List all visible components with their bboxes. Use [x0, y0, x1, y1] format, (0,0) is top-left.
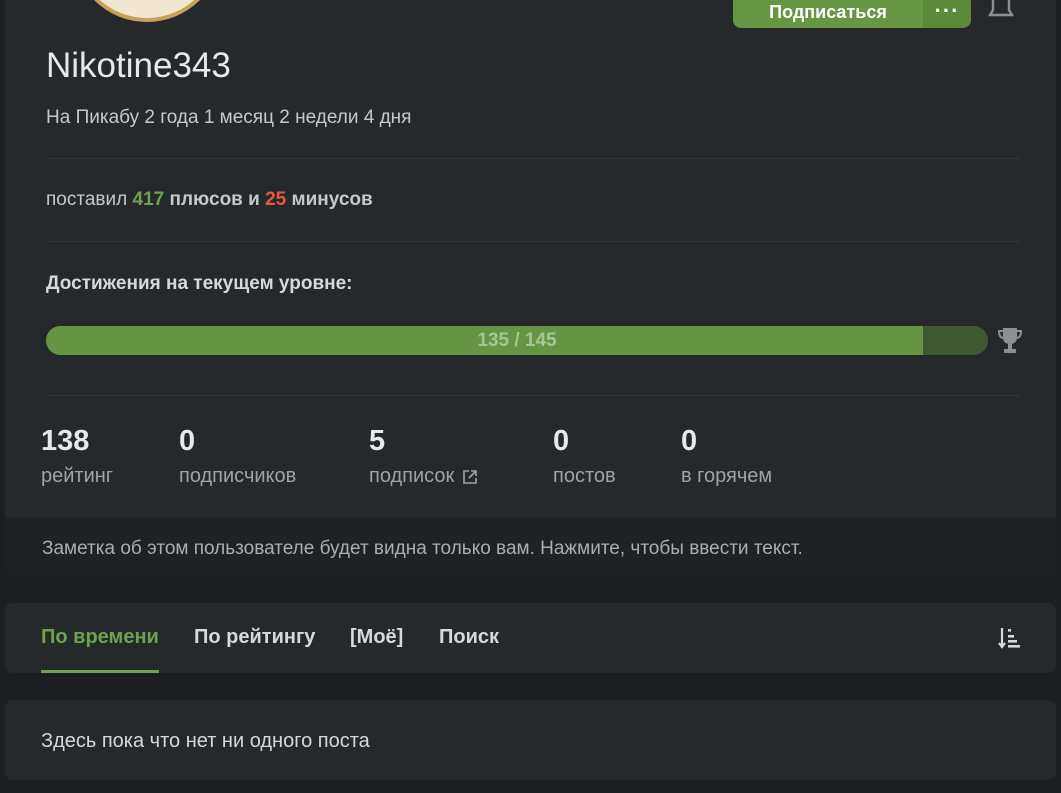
active-tab-indicator [41, 670, 159, 673]
username: Nikotine343 [46, 46, 231, 85]
divider [46, 395, 1021, 396]
stat-subscribers[interactable]: 0 подписчиков [179, 424, 296, 488]
stat-label: постов [553, 465, 616, 487]
minus-count: 25 [265, 189, 287, 210]
stat-value: 138 [41, 425, 90, 457]
tab-search[interactable]: Поиск [439, 626, 499, 649]
stat-value: 0 [681, 425, 698, 457]
stat-value: 0 [179, 425, 196, 457]
avatar[interactable] [72, 0, 222, 22]
tab-mine[interactable]: [Моё] [350, 626, 403, 649]
stat-value: 5 [369, 425, 386, 457]
divider [46, 241, 1021, 242]
stat-label: в горячем [681, 465, 773, 487]
votes-prefix: поставил [46, 189, 128, 210]
sort-icon[interactable] [998, 626, 1022, 650]
tab-by-time[interactable]: По времени [41, 626, 159, 649]
votes-summary: поставил 417 плюсов и 25 минусов [46, 189, 373, 211]
stat-subscriptions[interactable]: 5 подписок [369, 424, 478, 488]
achievements-progress-bar: 135 / 145 [46, 326, 988, 355]
stat-value: 0 [553, 425, 570, 457]
divider [46, 158, 1021, 159]
stat-label: подписчиков [179, 465, 297, 487]
stat-rating: 138 рейтинг [41, 424, 113, 488]
stat-label: рейтинг [41, 465, 114, 487]
bell-icon[interactable] [987, 0, 1015, 20]
profile-card: Подписаться ··· Nikotine343 На Пикабу 2 … [5, 0, 1056, 518]
more-options-button[interactable]: ··· [923, 0, 971, 28]
stat-label: подписок [369, 465, 455, 487]
progress-text: 135 / 145 [477, 329, 557, 351]
posts-empty-state: Здесь пока что нет ни одного поста [5, 700, 1056, 780]
minus-word: минусов [291, 189, 373, 210]
subscribe-group: Подписаться ··· [733, 0, 971, 28]
posts-tabs: По времени По рейтингу [Моё] Поиск [5, 603, 1056, 673]
tab-by-rating[interactable]: По рейтингу [194, 626, 315, 649]
achievements-title: Достижения на текущем уровне: [46, 273, 353, 294]
stat-posts: 0 постов [553, 424, 616, 488]
empty-posts-text: Здесь пока что нет ни одного поста [41, 730, 370, 752]
stat-label-row: подписок [369, 465, 478, 488]
user-note-field[interactable]: Заметка об этом пользователе будет видна… [5, 518, 1056, 576]
plus-count: 417 [132, 189, 165, 210]
subscribe-button[interactable]: Подписаться [733, 0, 923, 28]
external-link-icon[interactable] [462, 469, 478, 485]
stat-hot: 0 в горячем [681, 424, 772, 488]
trophy-icon[interactable] [997, 326, 1023, 356]
user-note-placeholder: Заметка об этом пользователе будет видна… [42, 538, 803, 559]
member-since: На Пикабу 2 года 1 месяц 2 недели 4 дня [46, 107, 412, 128]
plus-word: плюсов и [169, 189, 260, 210]
